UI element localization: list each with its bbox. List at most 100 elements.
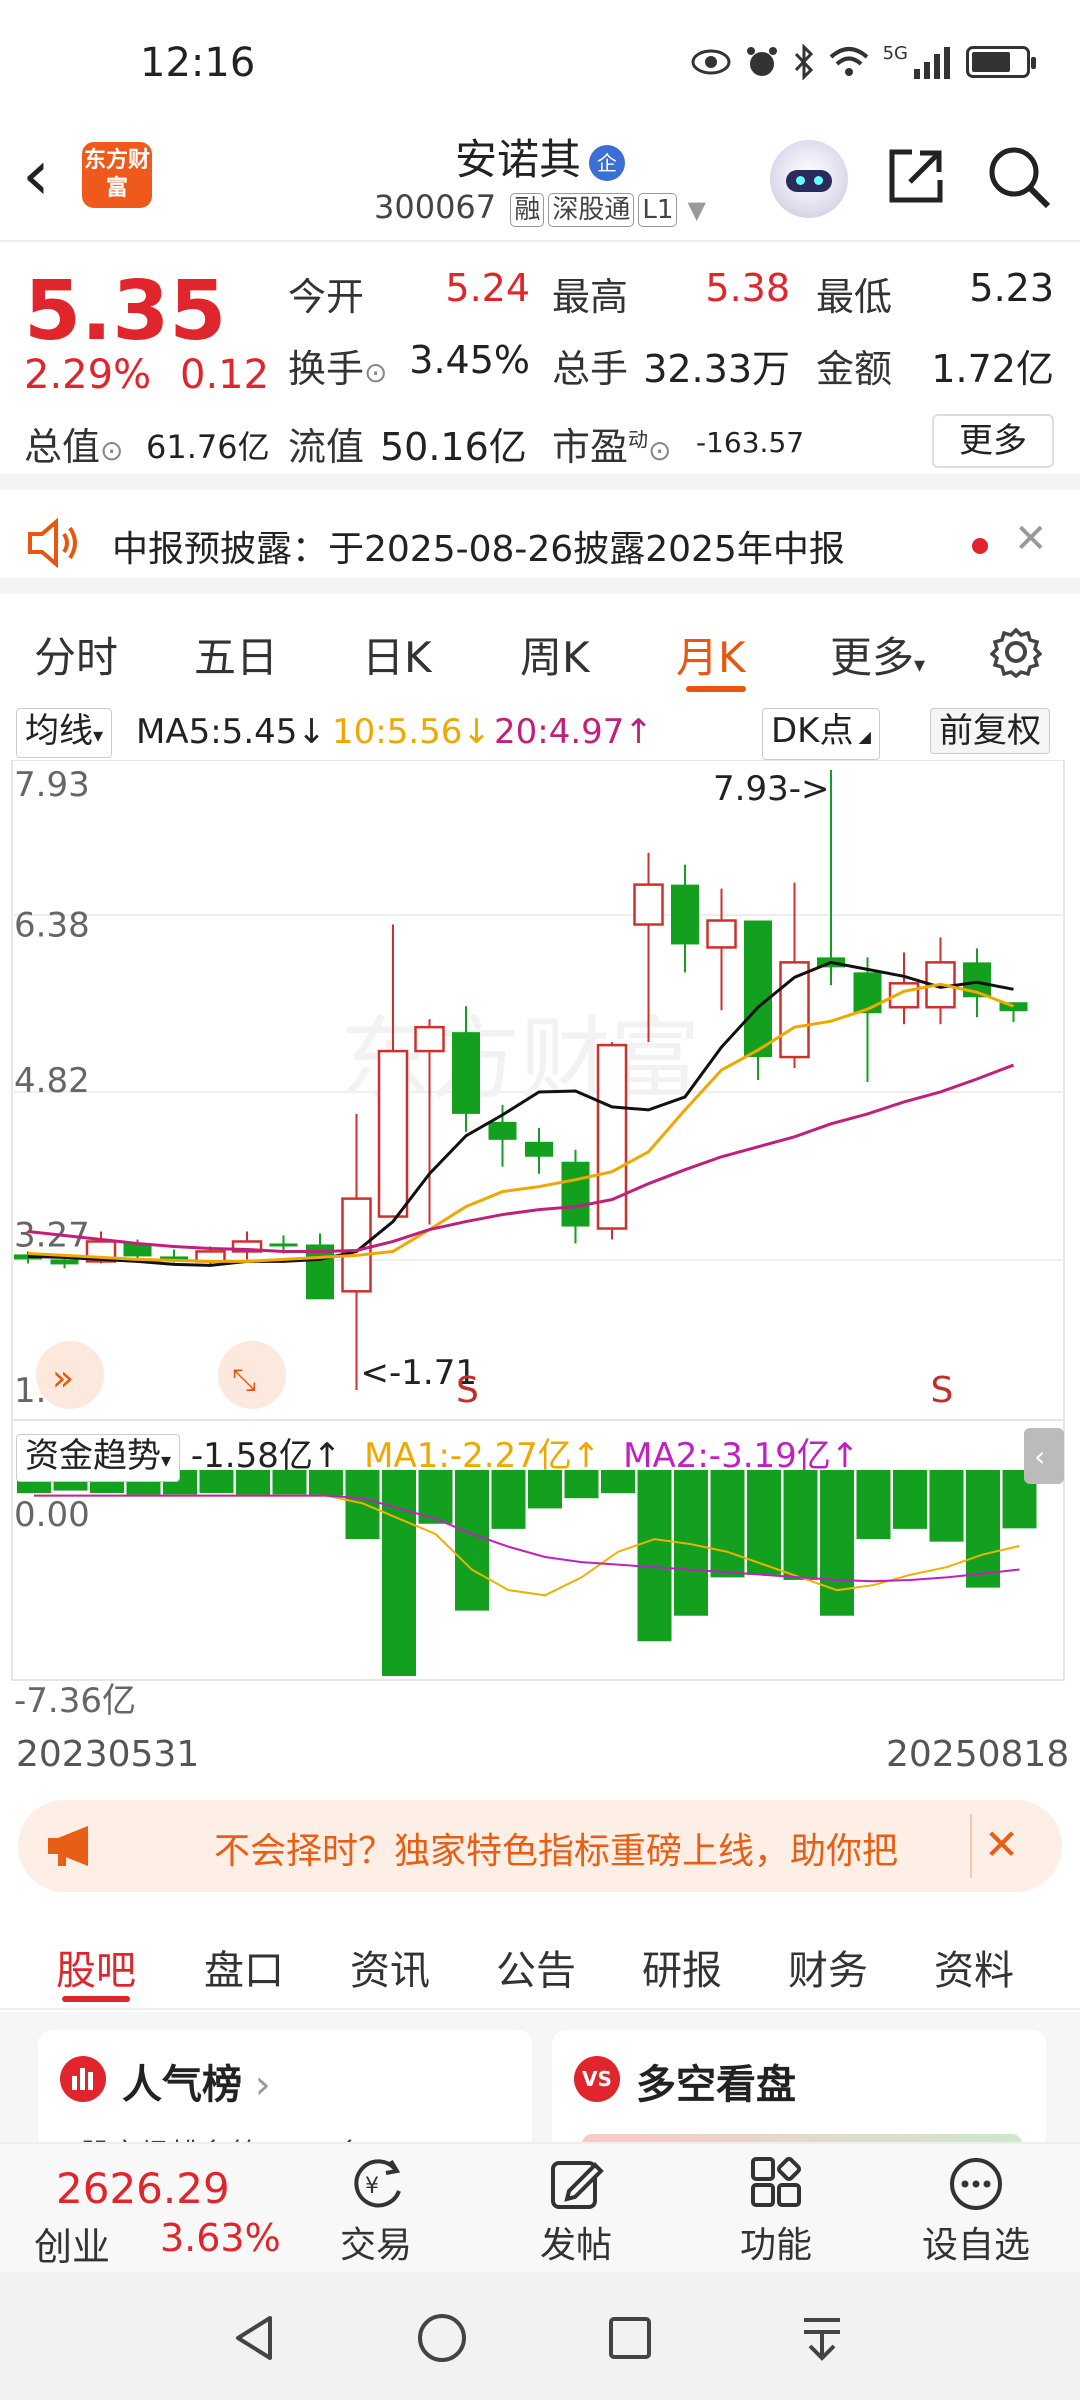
promo-close-icon[interactable]: ✕: [984, 1820, 1019, 1869]
flow-bar: [710, 1470, 745, 1578]
tab-profile[interactable]: 资料: [934, 1938, 1014, 1996]
more-button[interactable]: 更多: [932, 414, 1054, 468]
stock-name: 安诺其: [454, 135, 581, 184]
fund-flow-ma1: MA1:-2.27亿↑: [364, 1436, 601, 1476]
stock-header: ‹ 东方财富 安诺其企 300067 融深股通 L1 ▼: [0, 120, 1080, 242]
sell-marker: S: [456, 1370, 479, 1411]
signal-icon: [914, 47, 950, 79]
alarm-icon: [746, 47, 777, 76]
flow-bar: [966, 1470, 1000, 1588]
amount-label: 金额: [816, 347, 893, 391]
y-tick-label: 6.38: [14, 906, 90, 946]
index-percent[interactable]: 3.63%: [160, 2216, 281, 2260]
share-icon[interactable]: [884, 144, 948, 208]
y-tick-label: 7.93: [14, 765, 90, 805]
volume-value: 32.33万: [643, 347, 790, 391]
tab-monthly-k[interactable]: 月K: [676, 624, 746, 685]
popularity-card[interactable]: 人气榜 › A股市场排名第1036名: [38, 2030, 532, 2150]
high-value: 5.38: [705, 266, 790, 310]
ma-select[interactable]: 均线▾: [16, 708, 113, 758]
enterprise-badge: 企: [589, 144, 625, 181]
eye-icon: [691, 49, 731, 75]
trade-button[interactable]: ¥ 交易: [306, 2152, 446, 2268]
bluetooth-icon: [794, 44, 813, 80]
flow-bar: [637, 1470, 672, 1642]
wifi-icon: [829, 47, 868, 76]
amount-value: 1.72亿: [931, 347, 1054, 391]
float-cap-value: 50.16亿: [380, 425, 527, 469]
subtab-underline: [62, 1996, 130, 2002]
bottom-toolbar: 2626.29 创业 3.63% ¥ 交易 发帖 功能 设自选: [0, 2142, 1080, 2272]
tag-level: L1: [638, 193, 678, 227]
assistant-robot-icon[interactable]: [770, 140, 848, 218]
kline-chart[interactable]: 东方财富 7.936.384.823.271.71 7.93-><-1.71SS…: [0, 760, 1080, 1760]
tab-daily-k[interactable]: 日K: [362, 624, 432, 685]
fund-flow-select[interactable]: 资金趋势▾: [16, 1434, 181, 1482]
expand-arrows-button[interactable]: »: [36, 1341, 104, 1409]
long-short-card[interactable]: VS 多空看盘: [552, 2030, 1046, 2150]
svg-text:¥: ¥: [365, 2174, 379, 2199]
float-cap-label: 流值: [288, 425, 365, 469]
collapse-side-button[interactable]: ‹: [1024, 1428, 1064, 1484]
nav-back-icon[interactable]: [228, 2312, 280, 2364]
fullscreen-button[interactable]: ⤡: [218, 1341, 286, 1409]
turnover-label: 换手⊙: [288, 347, 388, 391]
popularity-title: 人气榜 ›: [122, 2062, 271, 2108]
y-tick-label: 4.82: [14, 1061, 90, 1101]
adjust-select[interactable]: 前复权: [930, 708, 1050, 754]
total-cap-value: 61.76亿: [146, 428, 270, 466]
nav-recents-icon[interactable]: [606, 2314, 654, 2362]
tab-pankou[interactable]: 盘口: [204, 1938, 284, 1996]
dk-point-select[interactable]: DK点 ◢: [762, 708, 880, 760]
date-end: 20250818: [886, 1734, 1070, 1775]
promo-banner[interactable]: 不会择时？独家特色指标重磅上线，助你把 ✕: [18, 1800, 1062, 1892]
volume-label: 总手: [552, 347, 629, 391]
date-start: 20230531: [16, 1734, 200, 1775]
tab-guba[interactable]: 股吧: [56, 1938, 136, 1996]
post-button[interactable]: 发帖: [506, 2152, 646, 2268]
chart-period-tabs: 分时 五日 日K 周K 月K 更多▾: [0, 600, 1080, 700]
flow-bar: [491, 1470, 526, 1529]
current-price: 5.35: [24, 264, 227, 359]
tab-news[interactable]: 资讯: [350, 1938, 430, 1996]
flow-bar: [820, 1470, 854, 1616]
promo-text: 不会择时？独家特色指标重磅上线，助你把: [214, 1831, 899, 1872]
settings-gear-icon[interactable]: [990, 626, 1042, 678]
status-bar: 12:16 5G: [0, 0, 1080, 120]
dropdown-icon[interactable]: ▼: [688, 196, 706, 224]
tab-more[interactable]: 更多▾: [830, 624, 925, 685]
index-value[interactable]: 2626.29: [56, 2164, 230, 2213]
nav-home-icon[interactable]: [416, 2312, 468, 2364]
tab-finance[interactable]: 财务: [788, 1938, 868, 1996]
ma20-value: 20:4.97↑: [494, 712, 653, 752]
notice-bar[interactable]: 中报预披露：于2025-08-26披露2025年中报 ✕: [0, 490, 1080, 594]
tab-five-day[interactable]: 五日: [194, 624, 278, 685]
tab-intraday[interactable]: 分时: [34, 624, 118, 685]
function-button[interactable]: 功能: [706, 2152, 846, 2268]
notice-dot: [972, 538, 988, 554]
index-name[interactable]: 创业: [34, 2216, 110, 2271]
open-value: 5.24: [445, 266, 530, 310]
candle-body: [744, 920, 772, 1058]
low-label: 最低: [816, 275, 893, 319]
ma10-value: 10:5.56↓: [332, 712, 491, 752]
trade-icon: ¥: [354, 2159, 401, 2208]
change-percent: 2.29%: [24, 352, 152, 398]
search-icon[interactable]: [984, 142, 1054, 212]
candle-body: [377, 1049, 409, 1218]
ma-indicator-bar: 均线▾ MA5:5.45↓ 10:5.56↓ 20:4.97↑ DK点 ◢ 前复…: [0, 700, 1080, 760]
add-watchlist-button[interactable]: 设自选: [906, 2152, 1046, 2268]
flow-bar: [783, 1470, 818, 1580]
tab-announcements[interactable]: 公告: [496, 1938, 576, 1996]
candle-body: [414, 1025, 445, 1053]
candle-body: [452, 1032, 480, 1114]
tab-research[interactable]: 研报: [642, 1938, 722, 1996]
nav-notification-icon[interactable]: [796, 2312, 848, 2364]
svg-text:‹: ‹: [1034, 1440, 1045, 1473]
tab-weekly-k[interactable]: 周K: [520, 624, 590, 685]
candle-body: [671, 884, 699, 945]
close-icon[interactable]: ✕: [1014, 516, 1048, 562]
status-icons: 5G: [691, 40, 1036, 84]
flow-tick-bottom: -7.36亿: [14, 1681, 136, 1721]
quote-panel: 5.35 2.29% 0.12 今开 5.24 最高 5.38 最低 5.23 …: [0, 244, 1080, 490]
